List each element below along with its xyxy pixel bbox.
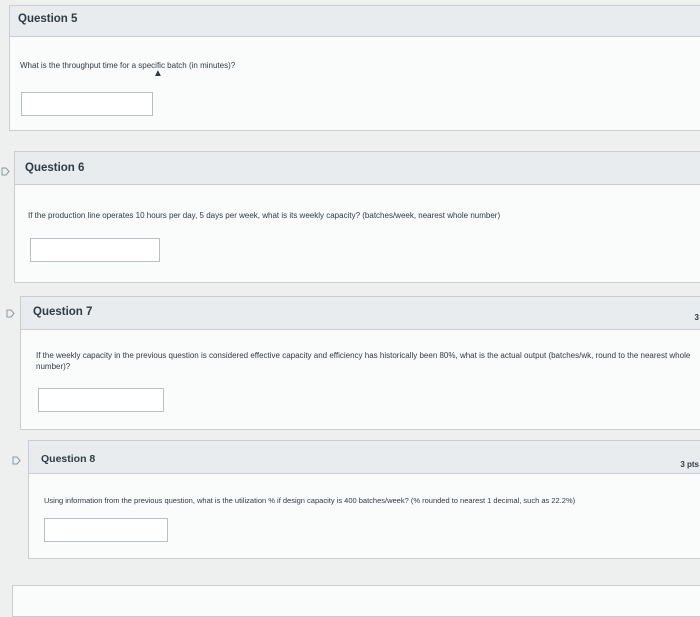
question-7-header — [21, 297, 700, 330]
question-8-title: Question 8 — [41, 453, 96, 465]
question-7-title: Question 7 — [33, 306, 93, 318]
question-5-card: Question 5 What is the throughput time f… — [9, 5, 700, 131]
question-7-points: 3 — [694, 313, 699, 322]
question-7-text: If the weekly capacity in the previous q… — [36, 351, 691, 371]
mouse-cursor-icon: ▲ — [153, 68, 163, 79]
question-8-answer-input[interactable] — [44, 518, 168, 542]
question-6-header — [15, 152, 700, 185]
flag-icon[interactable] — [6, 305, 15, 318]
question-8-header — [29, 441, 700, 474]
question-6-card: Question 6 If the production line operat… — [14, 151, 700, 283]
question-8-points: 3 pts — [680, 460, 699, 469]
question-5-title: Question 5 — [18, 13, 78, 25]
question-7-card: Question 7 3 If the weekly capacity in t… — [20, 296, 700, 430]
question-6-title: Question 6 — [25, 162, 85, 174]
question-5-text: What is the throughput time for a specif… — [20, 61, 236, 70]
next-question-card — [12, 585, 700, 617]
question-6-text: If the production line operates 10 hours… — [28, 211, 501, 220]
flag-icon[interactable] — [1, 163, 10, 176]
question-8-text: Using information from the previous ques… — [44, 496, 576, 505]
question-6-answer-input[interactable] — [30, 238, 160, 262]
question-5-header — [10, 6, 700, 37]
question-7-answer-input[interactable] — [38, 388, 164, 412]
question-5-answer-input[interactable] — [21, 92, 153, 116]
flag-icon[interactable] — [12, 452, 21, 465]
question-8-card: Question 8 3 pts Using information from … — [28, 440, 700, 559]
